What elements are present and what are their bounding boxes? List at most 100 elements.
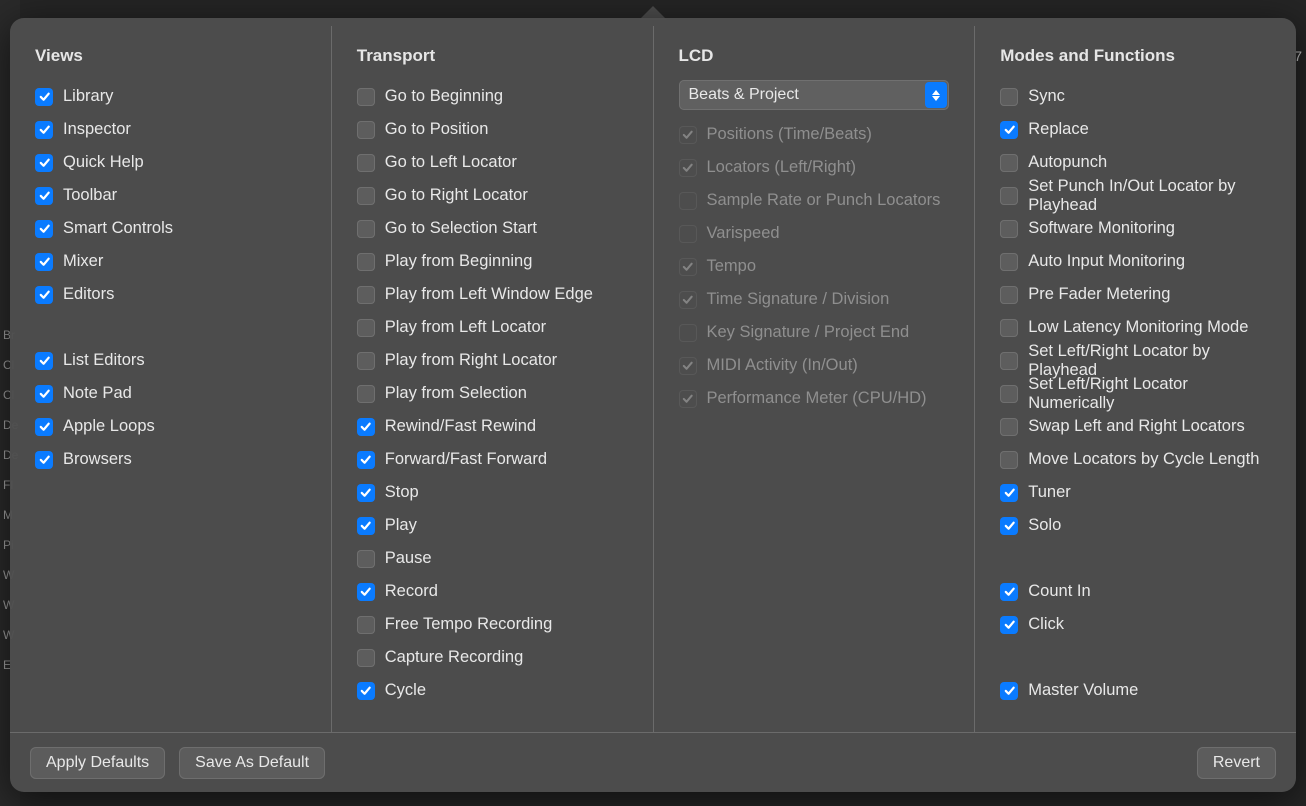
transport-item-row: Go to Left Locator (357, 146, 628, 179)
modes-item-checkbox[interactable] (1000, 352, 1018, 370)
views-item-checkbox[interactable] (35, 451, 53, 469)
transport-item-checkbox[interactable] (357, 550, 375, 568)
views-item-checkbox[interactable] (35, 88, 53, 106)
modes-item-checkbox[interactable] (1000, 616, 1018, 634)
transport-item-checkbox[interactable] (357, 220, 375, 238)
modes-item-checkbox[interactable] (1000, 286, 1018, 304)
views-item-label: Smart Controls (63, 219, 173, 238)
revert-button[interactable]: Revert (1197, 747, 1276, 779)
transport-item-label: Capture Recording (385, 648, 524, 667)
lcd-item-checkbox (679, 159, 697, 177)
lcd-item-label: Tempo (707, 257, 757, 276)
transport-item-checkbox[interactable] (357, 517, 375, 535)
modes-item-checkbox[interactable] (1000, 451, 1018, 469)
modes-item-checkbox[interactable] (1000, 319, 1018, 337)
modes-column: Modes and Functions SyncReplaceAutopunch… (975, 26, 1296, 732)
views-item-checkbox[interactable] (35, 187, 53, 205)
modes-item-checkbox[interactable] (1000, 220, 1018, 238)
transport-item-checkbox[interactable] (357, 385, 375, 403)
views-item-checkbox[interactable] (35, 385, 53, 403)
lcd-item-row: Performance Meter (CPU/HD) (679, 382, 950, 415)
modes-item-checkbox[interactable] (1000, 583, 1018, 601)
lcd-item-label: Time Signature / Division (707, 290, 890, 309)
views-item-label: Inspector (63, 120, 131, 139)
modes-item-checkbox[interactable] (1000, 517, 1018, 535)
transport-item-label: Go to Beginning (385, 87, 503, 106)
lcd-item-row: Sample Rate or Punch Locators (679, 184, 950, 217)
transport-item-checkbox[interactable] (357, 352, 375, 370)
views-item-checkbox[interactable] (35, 352, 53, 370)
transport-item-row: Cycle (357, 674, 628, 707)
views-item-checkbox[interactable] (35, 121, 53, 139)
transport-item-checkbox[interactable] (357, 649, 375, 667)
views-item-checkbox[interactable] (35, 286, 53, 304)
transport-item-row: Rewind/Fast Rewind (357, 410, 628, 443)
transport-item-label: Free Tempo Recording (385, 615, 553, 634)
transport-item-checkbox[interactable] (357, 682, 375, 700)
modes-item-row: Pre Fader Metering (1000, 278, 1271, 311)
views-item-checkbox[interactable] (35, 154, 53, 172)
modes-item-checkbox[interactable] (1000, 682, 1018, 700)
transport-item-row: Play from Right Locator (357, 344, 628, 377)
views-item-checkbox[interactable] (35, 253, 53, 271)
lcd-mode-select[interactable]: Beats & Project (679, 80, 950, 110)
modes-item-checkbox[interactable] (1000, 418, 1018, 436)
modes-item-checkbox[interactable] (1000, 253, 1018, 271)
modes-item-checkbox[interactable] (1000, 385, 1018, 403)
views-item-checkbox[interactable] (35, 418, 53, 436)
modes-item-row: Tuner (1000, 476, 1271, 509)
modes-item-row: Autopunch (1000, 146, 1271, 179)
modes-item-label: Master Volume (1028, 681, 1138, 700)
views-column: Views LibraryInspectorQuick HelpToolbarS… (10, 26, 332, 732)
lcd-item-checkbox (679, 258, 697, 276)
transport-item-checkbox[interactable] (357, 187, 375, 205)
save-as-default-button[interactable]: Save As Default (179, 747, 325, 779)
modes-item-checkbox[interactable] (1000, 121, 1018, 139)
modes-item-checkbox[interactable] (1000, 484, 1018, 502)
views-item-row: Editors (35, 278, 306, 311)
transport-item-checkbox[interactable] (357, 121, 375, 139)
transport-item-checkbox[interactable] (357, 286, 375, 304)
transport-item-label: Play from Right Locator (385, 351, 557, 370)
transport-item-row: Pause (357, 542, 628, 575)
modes-item-checkbox[interactable] (1000, 154, 1018, 172)
lcd-item-checkbox (679, 126, 697, 144)
lcd-item-label: Varispeed (707, 224, 780, 243)
lcd-item-label: Locators (Left/Right) (707, 158, 856, 177)
transport-item-checkbox[interactable] (357, 451, 375, 469)
transport-item-checkbox[interactable] (357, 583, 375, 601)
transport-item-row: Play from Left Window Edge (357, 278, 628, 311)
transport-item-checkbox[interactable] (357, 154, 375, 172)
lcd-item-checkbox (679, 357, 697, 375)
transport-item-checkbox[interactable] (357, 253, 375, 271)
modes-item-row: Solo (1000, 509, 1271, 542)
transport-item-label: Forward/Fast Forward (385, 450, 547, 469)
transport-item-label: Record (385, 582, 438, 601)
lcd-item-checkbox (679, 291, 697, 309)
apply-defaults-button[interactable]: Apply Defaults (30, 747, 165, 779)
transport-item-checkbox[interactable] (357, 88, 375, 106)
views-item-checkbox[interactable] (35, 220, 53, 238)
modes-item-checkbox[interactable] (1000, 187, 1018, 205)
lcd-column: LCD Beats & Project Positions (Time/Beat… (654, 26, 976, 732)
modes-item-checkbox[interactable] (1000, 88, 1018, 106)
views-item-label: Toolbar (63, 186, 117, 205)
transport-item-checkbox[interactable] (357, 616, 375, 634)
transport-item-checkbox[interactable] (357, 418, 375, 436)
transport-item-row: Capture Recording (357, 641, 628, 674)
updown-stepper-icon[interactable] (925, 82, 947, 108)
modes-item-row: Sync (1000, 80, 1271, 113)
transport-item-row: Play from Selection (357, 377, 628, 410)
transport-item-row: Free Tempo Recording (357, 608, 628, 641)
modes-item-row: Swap Left and Right Locators (1000, 410, 1271, 443)
modes-item-label: Move Locators by Cycle Length (1028, 450, 1259, 469)
views-item-label: Library (63, 87, 113, 106)
lcd-item-label: MIDI Activity (In/Out) (707, 356, 858, 375)
modes-item-label: Low Latency Monitoring Mode (1028, 318, 1248, 337)
views-item-row: Browsers (35, 443, 306, 476)
modes-item-row: Low Latency Monitoring Mode (1000, 311, 1271, 344)
transport-item-row: Play from Left Locator (357, 311, 628, 344)
transport-item-checkbox[interactable] (357, 484, 375, 502)
transport-item-checkbox[interactable] (357, 319, 375, 337)
views-item-row: Mixer (35, 245, 306, 278)
